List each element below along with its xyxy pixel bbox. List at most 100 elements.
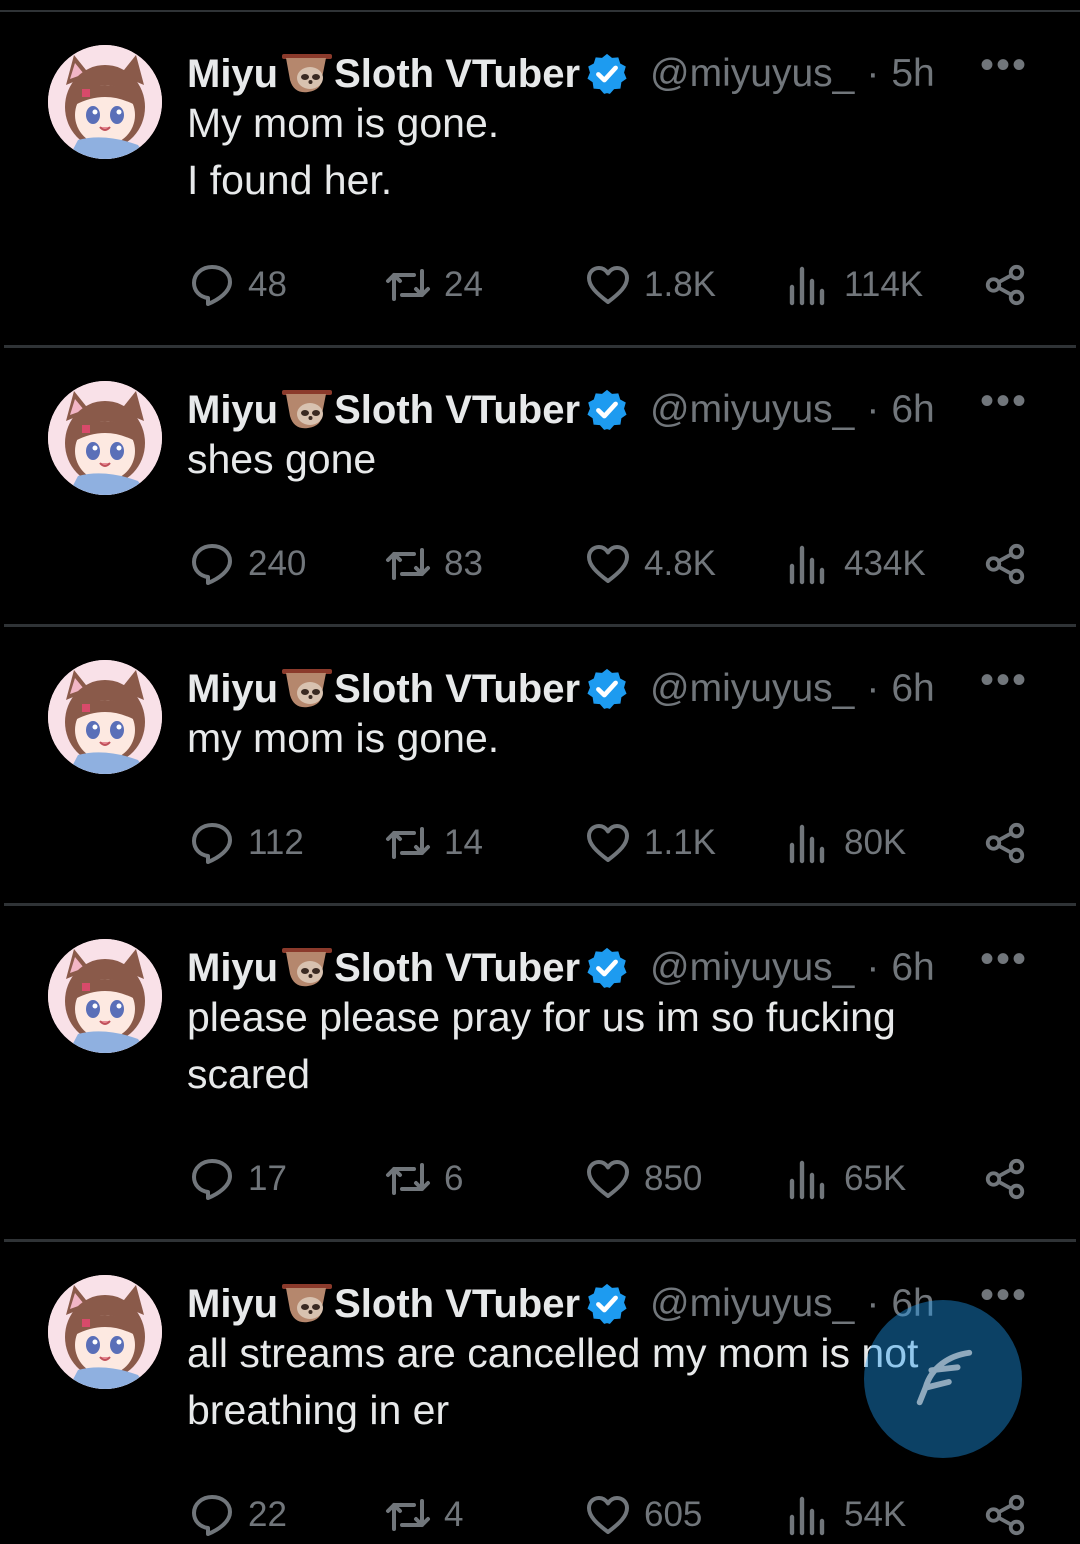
display-name-part2: Sloth VTuber (334, 51, 581, 96)
tweet-actions: 48 24 1.8K 114K (0, 260, 1080, 310)
more-icon[interactable]: ••• (980, 660, 1028, 700)
display-name-part1: Miyu (187, 51, 279, 96)
display-name[interactable]: Miyu Sloth VTuber (187, 946, 580, 991)
like-count: 1.8K (644, 265, 716, 304)
tweet-text: My mom is gone. I found her. (187, 95, 1017, 209)
avatar[interactable] (48, 381, 162, 495)
reply-button[interactable]: 17 (188, 1154, 287, 1204)
timestamp[interactable]: 5h (891, 52, 934, 96)
retweet-count: 83 (444, 544, 483, 583)
like-button[interactable]: 850 (584, 1154, 702, 1204)
views-button[interactable]: 434K (784, 539, 926, 589)
tweet-text-line: I found her. (187, 157, 393, 203)
share-icon (985, 1158, 1025, 1200)
view-count: 434K (844, 544, 926, 583)
compose-icon (916, 1349, 973, 1406)
verified-badge-icon[interactable] (584, 1281, 630, 1327)
like-button[interactable]: 1.8K (584, 260, 716, 310)
retweet-icon (386, 1163, 430, 1195)
display-name-part2: Sloth VTuber (334, 387, 581, 432)
more-icon[interactable]: ••• (980, 1275, 1028, 1315)
display-name[interactable]: Miyu Sloth VTuber (187, 667, 580, 712)
handle[interactable]: @miyuyus_ (650, 388, 854, 432)
tweet-text: my mom is gone. (187, 710, 1017, 767)
timestamp[interactable]: 6h (891, 667, 934, 711)
tweet-header: Miyu Sloth VTuber @miyuyus_ · 6h (187, 664, 1040, 714)
views-icon (789, 545, 825, 585)
tweet-text: please please pray for us im so fucking s… (187, 989, 1017, 1103)
retweet-button[interactable]: 6 (384, 1154, 463, 1204)
tweet-divider (4, 903, 1076, 906)
views-button[interactable]: 54K (784, 1490, 906, 1540)
retweet-button[interactable]: 83 (384, 539, 483, 589)
views-button[interactable]: 65K (784, 1154, 906, 1204)
timestamp[interactable]: 6h (891, 388, 934, 432)
tweet-actions: 240 83 4.8K 434K (0, 539, 1080, 589)
separator-dot: · (866, 52, 880, 95)
like-count: 850 (644, 1159, 703, 1198)
display-name-part1: Miyu (187, 666, 279, 711)
reply-icon (192, 544, 232, 585)
retweet-button[interactable]: 24 (384, 260, 483, 310)
like-button[interactable]: 4.8K (584, 539, 716, 589)
sloth-emoji-icon (282, 54, 333, 93)
avatar[interactable] (48, 939, 162, 1053)
verified-badge-icon[interactable] (584, 945, 630, 991)
reply-count: 17 (248, 1159, 287, 1198)
retweet-count: 6 (444, 1159, 464, 1198)
sloth-emoji-icon (282, 390, 333, 429)
reply-count: 112 (248, 823, 304, 862)
display-name[interactable]: Miyu Sloth VTuber (187, 1282, 580, 1327)
avatar[interactable] (48, 45, 162, 159)
tweet-divider (4, 1239, 1076, 1242)
display-name-part1: Miyu (187, 387, 279, 432)
share-button[interactable] (982, 1492, 1028, 1543)
display-name-part2: Sloth VTuber (334, 945, 581, 990)
like-button[interactable]: 605 (584, 1490, 702, 1540)
compose-button[interactable] (864, 1300, 1022, 1458)
reply-icon (192, 1495, 232, 1536)
tweet-actions: 17 6 850 65K (0, 1154, 1080, 1204)
like-count: 605 (644, 1495, 703, 1534)
avatar[interactable] (48, 1275, 162, 1389)
more-icon[interactable]: ••• (980, 939, 1028, 979)
more-icon[interactable]: ••• (980, 45, 1028, 85)
handle[interactable]: @miyuyus_ (650, 1282, 854, 1326)
share-button[interactable] (982, 1156, 1028, 1207)
reply-button[interactable]: 240 (188, 539, 306, 589)
verified-badge-icon[interactable] (584, 387, 630, 433)
handle[interactable]: @miyuyus_ (650, 946, 854, 990)
retweet-button[interactable]: 14 (384, 818, 483, 868)
retweet-count: 14 (444, 823, 483, 862)
retweet-button[interactable]: 4 (384, 1490, 463, 1540)
views-button[interactable]: 80K (784, 818, 906, 868)
verified-badge-icon[interactable] (584, 51, 630, 97)
verified-badge-icon[interactable] (584, 666, 630, 712)
sloth-emoji-icon (282, 948, 333, 987)
retweet-count: 24 (444, 265, 483, 304)
timestamp[interactable]: 6h (891, 946, 934, 990)
separator-dot: · (866, 667, 880, 710)
display-name[interactable]: Miyu Sloth VTuber (187, 52, 580, 97)
share-button[interactable] (982, 541, 1028, 592)
reply-button[interactable]: 112 (188, 818, 304, 868)
share-button[interactable] (982, 820, 1028, 871)
views-button[interactable]: 114K (784, 260, 923, 310)
reply-icon (192, 265, 232, 306)
like-button[interactable]: 1.1K (584, 818, 716, 868)
avatar[interactable] (48, 660, 162, 774)
tweet-text-line: scared (187, 1051, 311, 1097)
share-icon (985, 543, 1025, 585)
tweet-text-line: shes gone (187, 436, 377, 482)
display-name[interactable]: Miyu Sloth VTuber (187, 388, 580, 433)
more-icon[interactable]: ••• (980, 381, 1028, 421)
share-button[interactable] (982, 262, 1028, 313)
handle[interactable]: @miyuyus_ (650, 667, 854, 711)
reply-button[interactable]: 48 (188, 260, 287, 310)
retweet-icon (386, 1499, 430, 1531)
handle[interactable]: @miyuyus_ (650, 52, 854, 96)
share-icon (985, 264, 1025, 306)
tweet-header: Miyu Sloth VTuber @miyuyus_ · 6h (187, 943, 1040, 993)
separator-dot: · (866, 946, 880, 989)
reply-button[interactable]: 22 (188, 1490, 287, 1540)
